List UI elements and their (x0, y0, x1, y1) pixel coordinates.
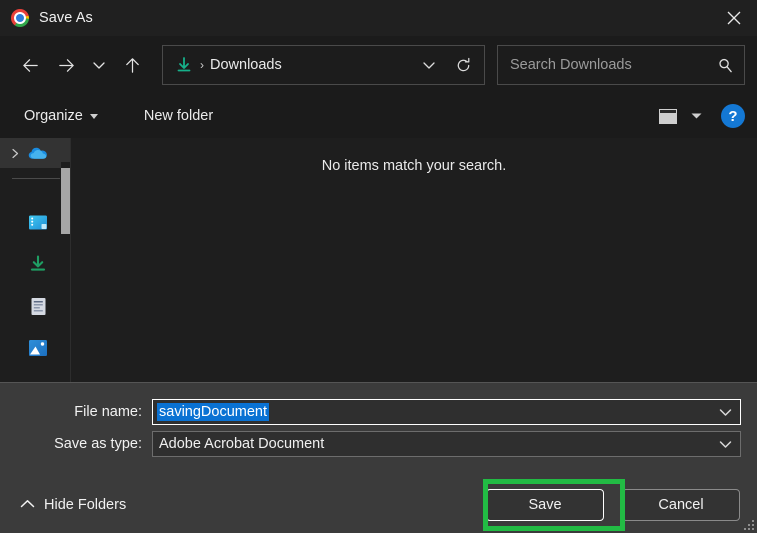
organize-label: Organize (24, 108, 83, 124)
new-folder-label: New folder (143, 108, 214, 124)
search-input[interactable] (510, 57, 712, 73)
downloads-folder-icon (173, 54, 195, 76)
cancel-button[interactable]: Cancel (622, 489, 740, 521)
new-folder-button[interactable]: New folder (134, 102, 223, 130)
view-mode-chevron-down-icon[interactable] (685, 112, 707, 120)
title-bar: Save As (0, 0, 757, 36)
view-mode-icon[interactable] (653, 102, 683, 130)
save-as-type-combobox[interactable]: Adobe Acrobat Document (152, 431, 741, 457)
sidebar-divider (12, 178, 60, 179)
hide-folders-button[interactable]: Hide Folders (14, 491, 132, 519)
recent-locations-chevron-down-icon[interactable] (84, 47, 114, 83)
sidebar-scrollbar[interactable] (61, 162, 70, 382)
save-as-type-chevron-down-icon[interactable] (712, 440, 738, 449)
browse-area: No items match your search. (0, 138, 757, 382)
downloads-icon (28, 254, 48, 274)
hide-folders-label: Hide Folders (44, 497, 127, 513)
pictures-icon (28, 338, 48, 358)
sidebar-item-documents[interactable] (0, 291, 70, 321)
file-name-row: File name: savingDocument (0, 397, 757, 427)
forward-arrow-icon[interactable] (48, 47, 84, 83)
search-box[interactable] (497, 45, 745, 85)
chevron-right-icon[interactable] (8, 148, 22, 159)
breadcrumb-downloads[interactable]: Downloads (210, 57, 412, 73)
file-name-input[interactable]: savingDocument (157, 403, 269, 421)
documents-icon (28, 296, 48, 316)
file-name-combobox[interactable]: savingDocument (152, 399, 741, 425)
breadcrumb-separator: › (200, 58, 204, 72)
file-name-chevron-down-icon[interactable] (712, 408, 738, 417)
file-list[interactable]: No items match your search. (71, 138, 757, 382)
navigation-pane (0, 138, 70, 382)
save-as-dialog: Save As › Downloads Search Downloads Org… (0, 0, 757, 533)
window-title: Save As (39, 10, 93, 26)
save-options-panel: File name: savingDocument Save as type: … (0, 383, 757, 533)
save-as-type-row: Save as type: Adobe Acrobat Document (0, 429, 757, 459)
up-arrow-icon[interactable] (114, 47, 150, 83)
file-name-label: File name: (74, 404, 142, 420)
chrome-logo-icon (11, 9, 29, 27)
navigation-toolbar: › Downloads (0, 36, 757, 94)
dialog-buttons: Save Cancel (486, 489, 740, 521)
help-button[interactable]: ? (721, 104, 745, 128)
address-chevron-down-icon[interactable] (412, 48, 446, 82)
dialog-footer: Hide Folders Save Cancel (0, 477, 757, 533)
back-arrow-icon[interactable] (12, 47, 48, 83)
empty-state-message: No items match your search. (321, 158, 507, 174)
sidebar-item-desktop[interactable] (0, 207, 70, 237)
scrollbar-thumb[interactable] (61, 168, 70, 234)
desktop-icon (28, 212, 48, 232)
resize-grip[interactable] (743, 519, 754, 530)
command-bar-right: ? (653, 94, 745, 138)
chevron-up-icon (20, 497, 35, 513)
sidebar-item-downloads[interactable] (0, 249, 70, 279)
save-as-type-value: Adobe Acrobat Document (159, 436, 325, 452)
address-bar[interactable]: › Downloads (162, 45, 485, 85)
command-bar: Organize New folder ? (0, 94, 757, 138)
organize-button[interactable]: Organize (14, 102, 108, 130)
onedrive-cloud-icon (28, 143, 48, 163)
refresh-icon[interactable] (446, 48, 480, 82)
sidebar-item-pictures[interactable] (0, 333, 70, 363)
search-icon[interactable] (712, 52, 738, 78)
sidebar-item-onedrive[interactable] (0, 138, 70, 168)
save-button[interactable]: Save (486, 489, 604, 521)
save-as-type-label: Save as type: (54, 436, 142, 452)
close-button[interactable] (711, 0, 757, 36)
chevron-down-icon (89, 113, 98, 119)
